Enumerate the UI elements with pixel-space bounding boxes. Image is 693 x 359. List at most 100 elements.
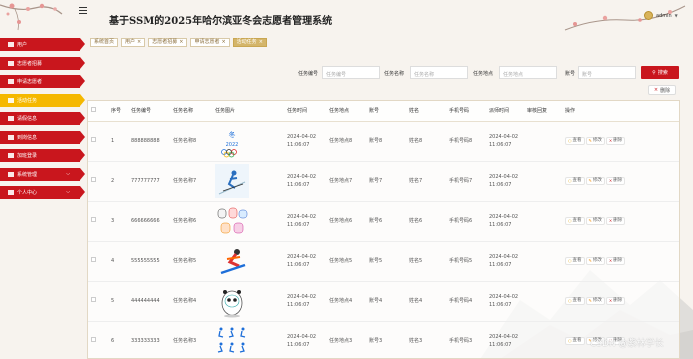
search-button-label: 搜索 <box>657 70 668 76</box>
edit-button[interactable]: ✎ 修改 <box>585 257 605 265</box>
sidebar-item-4[interactable]: 请假信息 <box>0 112 85 125</box>
view-icon: ○ <box>568 298 572 303</box>
cell-time: 2024-04-02 11:06:07 <box>284 201 326 242</box>
tab-label: 用户 <box>125 39 136 45</box>
task-image-cell <box>212 201 284 242</box>
cell-phone: 手机号码7 <box>446 161 486 202</box>
close-icon[interactable]: × <box>137 39 141 46</box>
tab-4[interactable]: 活动任务 × <box>232 38 267 47</box>
cell-no: 3 <box>108 201 128 242</box>
tab-2[interactable]: 志愿者招募 × <box>148 38 188 47</box>
row-checkbox-cell[interactable] <box>88 241 108 282</box>
edit-button[interactable]: ✎ 修改 <box>585 177 605 185</box>
row-checkbox[interactable] <box>91 217 96 222</box>
edit-label: 修改 <box>592 178 602 183</box>
sidebar-item-6[interactable]: 加班登录 <box>0 149 85 162</box>
column-header: 任务编号 <box>128 101 170 122</box>
cell-name: 任务名称5 <box>170 241 212 282</box>
cell-person: 姓名8 <box>406 121 446 162</box>
sidebar-item-1[interactable]: 志愿者招募 <box>0 56 85 70</box>
cell-person: 姓名4 <box>406 281 446 322</box>
edit-label: 修改 <box>592 258 602 263</box>
row-checkbox[interactable] <box>91 177 96 182</box>
sidebar: 用户志愿者招募申请志愿者活动任务请假信息到岗信息加班登录系统管理 ⌵ 个人中心 ⌵ <box>0 38 85 205</box>
tab-3[interactable]: 申请志愿者 × <box>190 38 230 47</box>
menu-toggle-icon[interactable] <box>79 7 87 14</box>
column-header: 审核回复 <box>524 101 562 122</box>
view-button[interactable]: ○ 查看 <box>565 137 585 145</box>
sidebar-item-0[interactable]: 用户 <box>0 38 85 51</box>
view-button[interactable]: ○ 查看 <box>565 257 585 265</box>
sidebar-item-label: 个人中心 <box>17 190 38 196</box>
close-icon[interactable]: × <box>179 39 183 46</box>
row-checkbox-cell[interactable] <box>88 281 108 322</box>
table-row: 2 777777777 任务名称7 2024-04-02 11:06:07 任务地点7 账… <box>88 161 679 202</box>
task-image <box>215 284 249 318</box>
cell-phone: 手机号码5 <box>446 241 486 282</box>
row-checkbox-cell[interactable] <box>88 321 108 358</box>
batch-delete-button[interactable]: × 删除 <box>648 85 676 95</box>
edit-button[interactable]: ✎ 修改 <box>585 297 605 305</box>
search-button[interactable]: ⚲ 搜索 <box>641 66 679 79</box>
sidebar-item-2[interactable]: 申请志愿者 <box>0 75 85 88</box>
cell-code: 666666666 <box>128 201 170 242</box>
close-icon[interactable]: × <box>221 39 225 46</box>
edit-button[interactable]: ✎ 修改 <box>585 217 605 225</box>
row-checkbox[interactable] <box>91 137 96 142</box>
cell-no: 5 <box>108 281 128 322</box>
close-icon[interactable]: × <box>259 39 263 46</box>
tab-1[interactable]: 用户 × <box>121 38 146 47</box>
search-input-name[interactable]: 任务名称 <box>410 66 468 79</box>
delete-button[interactable]: × 删除 <box>605 137 626 145</box>
row-checkbox-cell[interactable] <box>88 161 108 202</box>
sidebar-item-7[interactable]: 系统管理 ⌵ <box>0 167 85 181</box>
menu-item-icon <box>8 60 14 66</box>
delete-button[interactable]: × 删除 <box>605 257 626 265</box>
delete-icon: × <box>608 298 613 303</box>
sidebar-item-8[interactable]: 个人中心 ⌵ <box>0 186 85 199</box>
cell-time: 2024-04-02 11:06:07 <box>284 161 326 202</box>
row-checkbox[interactable] <box>91 297 96 302</box>
delete-button[interactable]: × 删除 <box>605 297 626 305</box>
user-menu[interactable]: admin ▼ <box>644 11 678 20</box>
view-button[interactable]: ○ 查看 <box>565 297 585 305</box>
site-title: 基于SSM的2025年哈尔滨亚冬会志愿者管理系统 <box>109 16 333 27</box>
search-input-account[interactable]: 账号 <box>578 66 636 79</box>
menu-item-icon <box>8 97 14 103</box>
sidebar-item-5[interactable]: 到岗信息 <box>0 130 85 144</box>
row-actions: ○ 查看 ✎ 修改 × 删除 <box>562 241 679 282</box>
cell-phone: 手机号码8 <box>446 121 486 162</box>
menu-item-icon <box>8 79 14 84</box>
header-checkbox-cell[interactable] <box>88 101 108 122</box>
edit-label: 修改 <box>592 218 602 223</box>
sidebar-item-label: 申请志愿者 <box>17 79 43 85</box>
delete-icon: × <box>608 138 613 143</box>
sidebar-item-label: 活动任务 <box>17 97 38 104</box>
cell-reply <box>524 121 562 162</box>
sidebar-item-3[interactable]: 活动任务 <box>0 93 85 107</box>
svg-text:冬: 冬 <box>229 130 236 139</box>
row-checkbox[interactable] <box>91 337 96 342</box>
row-checkbox[interactable] <box>91 257 96 262</box>
cell-name: 任务名称3 <box>170 321 212 358</box>
cell-name: 任务名称4 <box>170 281 212 322</box>
search-input-place[interactable]: 任务地点 <box>499 66 557 79</box>
view-button[interactable]: ○ 查看 <box>565 217 585 225</box>
search-label-account: 账号 <box>565 71 576 77</box>
delete-button[interactable]: × 删除 <box>605 217 626 225</box>
task-image <box>215 204 249 238</box>
batch-delete-label: 删除 <box>660 87 671 94</box>
view-button[interactable]: ○ 查看 <box>565 177 585 185</box>
cell-account: 账号5 <box>366 241 406 282</box>
cell-place: 任务地点6 <box>326 201 366 242</box>
row-checkbox-cell[interactable] <box>88 121 108 162</box>
chevron-down-icon: ▼ <box>674 13 678 18</box>
select-all-checkbox[interactable] <box>91 107 96 113</box>
search-input-code[interactable]: 任务编号 <box>322 66 380 79</box>
row-checkbox-cell[interactable] <box>88 201 108 242</box>
tab-0[interactable]: 系统首页 <box>90 38 119 47</box>
delete-button[interactable]: × 删除 <box>605 177 626 185</box>
view-button[interactable]: ○ 查看 <box>565 337 585 345</box>
edit-button[interactable]: ✎ 修改 <box>585 137 605 145</box>
delete-icon: × <box>608 258 613 263</box>
